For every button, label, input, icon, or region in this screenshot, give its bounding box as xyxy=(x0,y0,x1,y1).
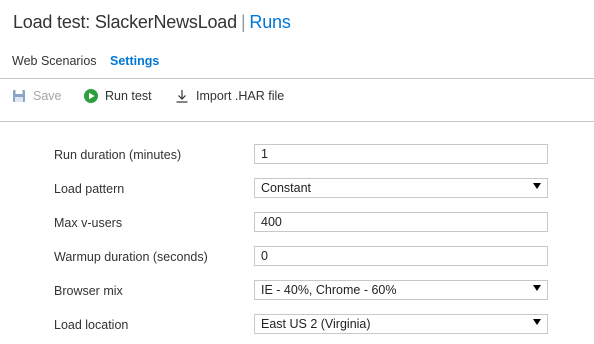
save-icon xyxy=(12,89,26,103)
warmup-duration-input[interactable]: 0 xyxy=(254,246,548,266)
title-separator: | xyxy=(240,12,246,32)
toolbar-divider xyxy=(0,121,594,122)
tab-divider xyxy=(0,78,594,79)
load-location-select[interactable]: East US 2 (Virginia) xyxy=(254,314,548,334)
run-test-button[interactable]: Run test xyxy=(84,89,152,103)
run-duration-label: Run duration (minutes) xyxy=(54,148,182,162)
load-location-label: Load location xyxy=(54,318,129,332)
load-pattern-select[interactable]: Constant xyxy=(254,178,548,198)
play-icon xyxy=(84,89,98,103)
dropdown-caret-icon xyxy=(533,285,541,291)
run-test-label: Run test xyxy=(105,89,152,103)
load-pattern-value: Constant xyxy=(261,181,312,195)
import-har-button[interactable]: Import .HAR file xyxy=(175,89,284,103)
save-label: Save xyxy=(33,89,62,103)
runs-link[interactable]: Runs xyxy=(249,12,290,32)
load-test-title: Load test: SlackerNewsLoad xyxy=(13,12,237,32)
download-icon xyxy=(175,89,189,103)
save-button[interactable]: Save xyxy=(12,89,62,103)
max-vusers-input[interactable]: 400 xyxy=(254,212,548,232)
dropdown-caret-icon xyxy=(533,183,541,189)
page-title: Load test: SlackerNewsLoad | Runs xyxy=(13,12,291,33)
browser-mix-select[interactable]: IE - 40%, Chrome - 60% xyxy=(254,280,548,300)
load-pattern-label: Load pattern xyxy=(54,182,125,196)
tab-web-scenarios[interactable]: Web Scenarios xyxy=(12,54,97,68)
import-har-label: Import .HAR file xyxy=(196,89,285,103)
warmup-duration-label: Warmup duration (seconds) xyxy=(54,250,208,264)
dropdown-caret-icon xyxy=(533,319,541,325)
max-vusers-label: Max v-users xyxy=(54,216,123,230)
browser-mix-value: IE - 40%, Chrome - 60% xyxy=(261,283,397,297)
browser-mix-label: Browser mix xyxy=(54,284,123,298)
run-duration-input[interactable]: 1 xyxy=(254,144,548,164)
load-location-value: East US 2 (Virginia) xyxy=(261,317,371,331)
tab-settings[interactable]: Settings xyxy=(110,54,159,68)
